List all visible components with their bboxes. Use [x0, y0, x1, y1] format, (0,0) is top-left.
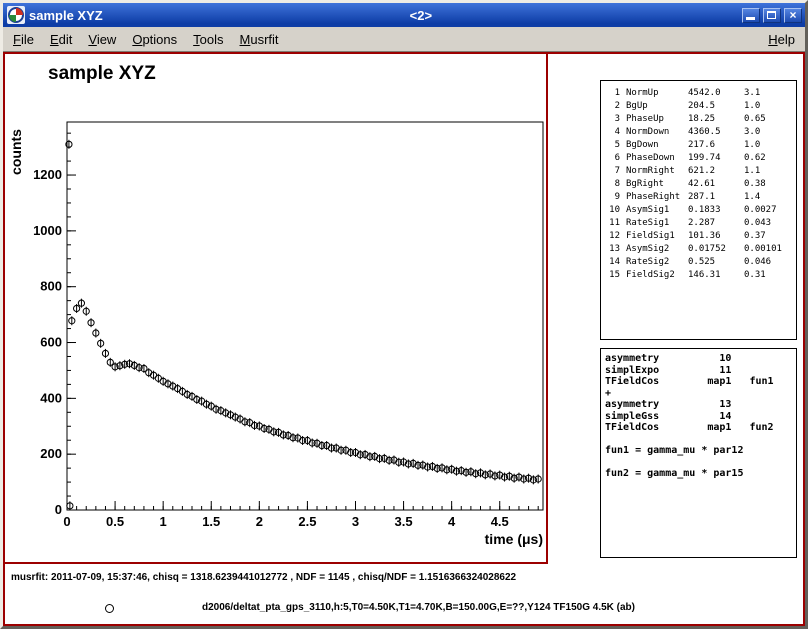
- theory-line: [605, 434, 796, 446]
- theory-line: TFieldCos map1 fun2: [605, 422, 796, 434]
- plot[interactable]: sample XYZ 0 0.5 1 1.5 2 2.5 3 3.5 4 4.5 time (μs)…: [5, 54, 546, 562]
- param-row: 2BgUp204.51.0: [604, 99, 782, 112]
- theory-line: TFieldCos map1 fun1: [605, 376, 796, 388]
- param-row: 8BgRight42.610.38: [604, 177, 782, 190]
- maximize-button[interactable]: [763, 8, 781, 23]
- data-points[interactable]: [66, 140, 541, 510]
- svg-text:1200: 1200: [33, 167, 62, 182]
- theory-line: fun2 = gamma_mu * par15: [605, 468, 796, 480]
- plot-frame: [67, 122, 543, 510]
- svg-text:1.5: 1.5: [202, 514, 220, 529]
- minimize-button[interactable]: [742, 8, 760, 23]
- param-row: 15FieldSig2146.310.31: [604, 268, 782, 281]
- svg-text:600: 600: [40, 335, 62, 350]
- svg-text:1000: 1000: [33, 223, 62, 238]
- titlebar[interactable]: sample XYZ <2> ×: [3, 3, 805, 27]
- theory-line: asymmetry 10: [605, 353, 796, 365]
- maximize-icon: [767, 11, 776, 19]
- svg-text:4.5: 4.5: [491, 514, 509, 529]
- open-circle-marker-icon: [105, 604, 114, 613]
- close-icon: ×: [785, 9, 801, 22]
- plot-pad[interactable]: sample XYZ 0 0.5 1 1.5 2 2.5 3 3.5 4 4.5 time (μs)…: [5, 54, 548, 564]
- svg-text:2.5: 2.5: [298, 514, 316, 529]
- svg-text:800: 800: [40, 279, 62, 294]
- window-title-center: <2>: [103, 8, 739, 23]
- param-row: 10AsymSig10.18330.0027: [604, 203, 782, 216]
- svg-text:0: 0: [55, 502, 62, 517]
- svg-text:400: 400: [40, 390, 62, 405]
- app-window: sample XYZ <2> × FileEditViewOptionsTool…: [0, 0, 808, 629]
- legend-row: d2006/deltat_pta_gps_3110,h:5,T0=4.50K,T…: [5, 602, 803, 616]
- svg-text:0: 0: [63, 514, 70, 529]
- parameter-table: 1NormUp4542.03.12BgUp204.51.03PhaseUp18.…: [604, 86, 782, 281]
- svg-text:2: 2: [256, 514, 263, 529]
- theory-line: simpleGss 14: [605, 411, 796, 423]
- svg-text:4: 4: [448, 514, 456, 529]
- close-button[interactable]: ×: [784, 8, 802, 23]
- root-canvas[interactable]: sample XYZ 0 0.5 1 1.5 2 2.5 3 3.5 4 4.5 time (μs)…: [3, 52, 805, 626]
- menu-tools[interactable]: Tools: [185, 29, 231, 50]
- window-controls: ×: [739, 8, 802, 23]
- theory-line: simplExpo 11: [605, 365, 796, 377]
- menu-items: FileEditViewOptionsToolsMusrfit: [5, 29, 287, 50]
- menu-musrfit[interactable]: Musrfit: [232, 29, 287, 50]
- theory-stat-box[interactable]: asymmetry 10simplExpo 11TFieldCos map1 f…: [600, 348, 797, 558]
- theory-lines: asymmetry 10simplExpo 11TFieldCos map1 f…: [605, 353, 796, 480]
- theory-line: asymmetry 13: [605, 399, 796, 411]
- x-axis: 0 0.5 1 1.5 2 2.5 3 3.5 4 4.5 time (μs): [63, 501, 543, 547]
- menu-view[interactable]: View: [80, 29, 124, 50]
- menu-help[interactable]: Help: [760, 29, 803, 50]
- menubar: FileEditViewOptionsToolsMusrfit Help: [3, 27, 805, 52]
- svg-text:200: 200: [40, 446, 62, 461]
- svg-text:1: 1: [160, 514, 167, 529]
- y-axis-title: counts: [8, 129, 24, 175]
- theory-line: [605, 457, 796, 469]
- param-row: 6PhaseDown199.740.62: [604, 151, 782, 164]
- menu-edit[interactable]: Edit: [42, 29, 80, 50]
- theory-line: fun1 = gamma_mu * par12: [605, 445, 796, 457]
- minimize-icon: [746, 17, 755, 20]
- svg-text:3.5: 3.5: [395, 514, 413, 529]
- svg-text:3: 3: [352, 514, 359, 529]
- param-row: 14RateSig20.5250.046: [604, 255, 782, 268]
- fit-info-line: musrfit: 2011-07-09, 15:37:46, chisq = 1…: [11, 572, 516, 583]
- param-row: 5BgDown217.61.0: [604, 138, 782, 151]
- param-row: 3PhaseUp18.250.65: [604, 112, 782, 125]
- pad-title: sample XYZ: [48, 63, 156, 84]
- param-row: 11RateSig12.2870.043: [604, 216, 782, 229]
- svg-text:0.5: 0.5: [106, 514, 124, 529]
- param-row: 7NormRight621.21.1: [604, 164, 782, 177]
- menu-options[interactable]: Options: [124, 29, 185, 50]
- theory-line: +: [605, 388, 796, 400]
- menu-file[interactable]: File: [5, 29, 42, 50]
- window-title: sample XYZ: [29, 8, 103, 23]
- param-row: 9PhaseRight287.11.4: [604, 190, 782, 203]
- param-row: 4NormDown4360.53.0: [604, 125, 782, 138]
- app-icon: [7, 6, 25, 24]
- x-axis-title: time (μs): [485, 531, 543, 547]
- param-row: 12FieldSig1101.360.37: [604, 229, 782, 242]
- param-row: 1NormUp4542.03.1: [604, 86, 782, 99]
- y-axis: 0 200 400 600 800 1000 1200 counts: [8, 129, 76, 517]
- param-row: 13AsymSig20.017520.00101: [604, 242, 782, 255]
- parameter-stat-box[interactable]: 1NormUp4542.03.12BgUp204.51.03PhaseUp18.…: [600, 80, 797, 340]
- legend-text: d2006/deltat_pta_gps_3110,h:5,T0=4.50K,T…: [202, 602, 635, 613]
